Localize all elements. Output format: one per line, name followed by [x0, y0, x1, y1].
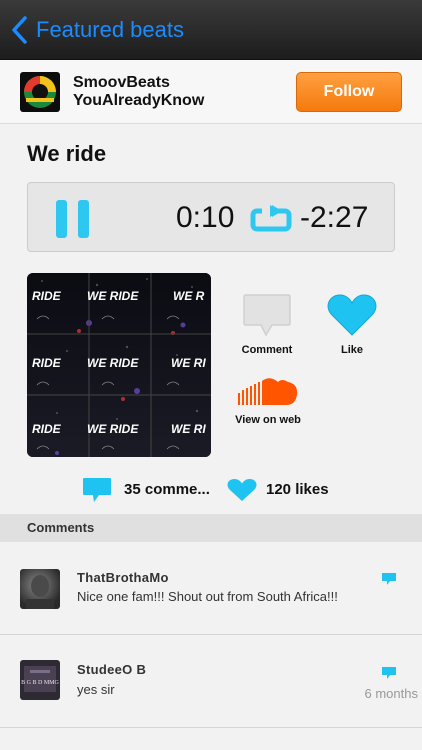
comment-label: Comment	[241, 344, 293, 356]
artist-name-line1: SmoovBeats	[73, 74, 170, 91]
comment-bubble-icon[interactable]	[82, 477, 112, 503]
back-button[interactable]: Featured beats	[10, 14, 200, 46]
track-title: We ride	[27, 141, 107, 166]
svg-text:WE RI: WE RI	[171, 356, 206, 370]
comment-username[interactable]: ThatBrothaMo	[77, 570, 169, 585]
comment-text: Nice one fam!!! Shout out from South Afr…	[77, 589, 338, 604]
comment-bubble-icon	[243, 294, 291, 337]
pause-icon[interactable]	[56, 200, 90, 238]
like-action[interactable]: Like	[322, 293, 382, 356]
avatar[interactable]: B G B D MMG	[20, 660, 60, 700]
svg-text:WE RIDE: WE RIDE	[87, 422, 139, 436]
list-item[interactable]: B G B D MMG StudeeO B yes sir 6 months	[0, 636, 422, 728]
remaining-time: -2:27	[300, 201, 369, 234]
svg-text:RIDE: RIDE	[32, 356, 62, 370]
track-artwork[interactable]: RIDE WE RIDE WE R RIDE WE RIDE WE RI RID…	[27, 273, 211, 457]
comment-timestamp: 6 months	[364, 686, 418, 701]
artist-avatar[interactable]	[20, 72, 60, 112]
svg-text:RIDE: RIDE	[32, 289, 62, 303]
stats-row: 35 comme... 120 likes	[0, 474, 422, 506]
follow-button[interactable]: Follow	[296, 72, 402, 112]
comments-header: Comments	[0, 514, 422, 542]
artist-name[interactable]: SmoovBeats YouAlreadyKnow	[73, 74, 273, 110]
reply-icon[interactable]	[381, 572, 397, 586]
svg-text:WE RI: WE RI	[171, 422, 206, 436]
avatar[interactable]	[20, 569, 60, 609]
heart-icon[interactable]	[227, 478, 257, 502]
chevron-left-icon	[12, 16, 27, 44]
svg-text:WE RIDE: WE RIDE	[87, 289, 139, 303]
list-item[interactable]: ThatBrothaMo Nice one fam!!! Shout out f…	[0, 542, 422, 635]
view-on-web-action[interactable]: View on web	[230, 375, 306, 426]
comments-header-label: Comments	[27, 520, 95, 535]
repeat-icon[interactable]	[250, 205, 292, 233]
heart-icon	[327, 294, 377, 336]
artist-bar: SmoovBeats YouAlreadyKnow Follow	[0, 60, 422, 124]
view-on-web-label: View on web	[235, 414, 301, 426]
nav-bar: Featured beats	[0, 0, 422, 60]
reply-icon[interactable]	[381, 666, 397, 680]
svg-text:WE RIDE: WE RIDE	[87, 356, 139, 370]
nav-title: Featured beats	[36, 17, 184, 42]
svg-text:B G B D MMG: B G B D MMG	[21, 680, 59, 686]
elapsed-time: 0:10	[176, 201, 235, 234]
svg-text:RIDE: RIDE	[32, 422, 62, 436]
like-count[interactable]: 120 likes	[266, 481, 329, 498]
svg-text:WE R: WE R	[173, 289, 205, 303]
comment-action[interactable]: Comment	[236, 293, 298, 356]
comment-text: yes sir	[77, 682, 115, 697]
comment-username[interactable]: StudeeO B	[77, 662, 146, 677]
like-label: Like	[340, 344, 363, 356]
soundcloud-icon	[238, 378, 298, 405]
artist-name-line2: YouAlreadyKnow	[73, 92, 205, 109]
player-bar: 0:10 -2:27	[27, 182, 395, 252]
comment-count[interactable]: 35 comme...	[124, 481, 210, 498]
